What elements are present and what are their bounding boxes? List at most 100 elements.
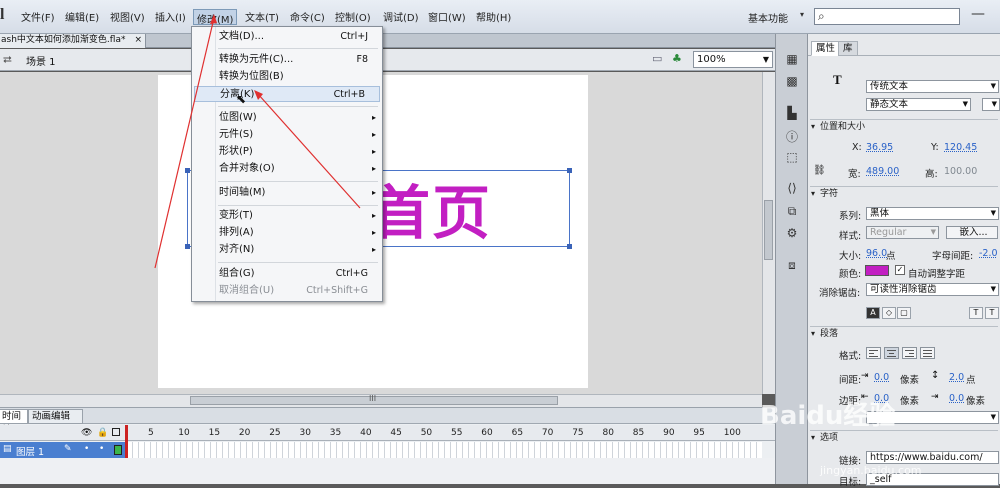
autokern-checkbox[interactable]: ✓ bbox=[895, 265, 905, 275]
menu-modify[interactable]: 修改(M) bbox=[193, 9, 238, 26]
visibility-dot[interactable]: • bbox=[84, 444, 89, 454]
menu-commands[interactable]: 命令(C) bbox=[290, 9, 325, 24]
antialias-select[interactable]: 可读性消除锯齿 ▼ bbox=[866, 283, 999, 296]
menu-item-arrange[interactable]: 排列(A) ▸ bbox=[216, 225, 382, 241]
y-value[interactable]: 120.45 bbox=[944, 142, 977, 153]
tab-properties[interactable]: 属性 bbox=[811, 41, 841, 56]
menu-item-document[interactable]: 文档(D)... Ctrl+J bbox=[216, 29, 382, 45]
link-icon[interactable]: ⛓ bbox=[813, 165, 826, 176]
eye-icon[interactable]: 👁 bbox=[81, 428, 92, 438]
search-input[interactable]: ⌕ bbox=[814, 8, 960, 25]
stage-text[interactable]: 首页 bbox=[372, 166, 492, 250]
align-justify-button[interactable] bbox=[920, 347, 935, 359]
menu-item-symbol[interactable]: 元件(S) ▸ bbox=[216, 127, 382, 143]
code-icon[interactable]: ⟨⟩ bbox=[784, 181, 800, 195]
font-family-select[interactable]: 黑体 ▼ bbox=[866, 207, 999, 220]
link-input[interactable]: https://www.baidu.com/ bbox=[866, 451, 999, 464]
frame-number: 100 bbox=[723, 428, 741, 438]
vertical-scroll-thumb[interactable] bbox=[764, 200, 773, 260]
resize-handle[interactable] bbox=[567, 244, 572, 249]
zoom-select[interactable]: 100% ▼ bbox=[693, 51, 773, 68]
html-render-button[interactable]: ◇ bbox=[882, 307, 896, 319]
text-type-select[interactable]: 静态文本 ▼ bbox=[866, 98, 971, 111]
menu-item-align[interactable]: 对齐(N) ▸ bbox=[216, 242, 382, 258]
swatches-icon[interactable]: ▦ bbox=[784, 52, 800, 66]
text-engine-select[interactable]: 传统文本 ▼ bbox=[866, 80, 999, 93]
y-label: Y: bbox=[931, 142, 939, 153]
frame-number: 95 bbox=[693, 428, 705, 438]
workspace-switcher[interactable]: 基本功能 bbox=[748, 10, 788, 25]
align-left-button[interactable] bbox=[866, 347, 881, 359]
document-tab[interactable]: ash中文本如何添加渐变色.fla* × bbox=[0, 34, 146, 48]
menu-text[interactable]: 文本(T) bbox=[245, 9, 279, 24]
lock-icon[interactable]: 🔒 bbox=[97, 428, 108, 438]
height-value[interactable]: 100.00 bbox=[944, 166, 977, 177]
components-icon[interactable]: ⧉ bbox=[784, 204, 800, 218]
section-character[interactable]: 字符 bbox=[810, 186, 998, 201]
tab-timeline[interactable]: 时间轴 bbox=[0, 409, 28, 436]
frame-number: 50 bbox=[420, 428, 433, 438]
section-position-size[interactable]: 位置和大小 bbox=[810, 119, 998, 134]
chevron-down-icon[interactable]: ▾ bbox=[800, 10, 804, 19]
align-center-button[interactable] bbox=[884, 347, 899, 359]
info-icon[interactable]: ⓘ bbox=[784, 128, 800, 144]
width-value[interactable]: 489.00 bbox=[866, 166, 899, 177]
transform-icon[interactable]: ⬚ bbox=[784, 150, 800, 164]
section-options[interactable]: 选项 bbox=[810, 430, 998, 445]
close-icon[interactable]: × bbox=[134, 34, 142, 47]
timeline-tabs bbox=[0, 408, 775, 424]
menu-item-timeline[interactable]: 时间轴(M) ▸ bbox=[216, 185, 382, 201]
right-margin-value[interactable]: 0.0 bbox=[949, 393, 964, 404]
menu-edit[interactable]: 编辑(E) bbox=[65, 9, 99, 24]
menu-help[interactable]: 帮助(H) bbox=[476, 9, 511, 24]
resize-handle[interactable] bbox=[185, 244, 190, 249]
align-right-button[interactable] bbox=[902, 347, 917, 359]
menu-insert[interactable]: 插入(I) bbox=[155, 9, 186, 24]
font-size-value[interactable]: 96.0 bbox=[866, 248, 887, 259]
text-color-swatch[interactable] bbox=[865, 265, 889, 276]
menu-item-combine-objects[interactable]: 合并对象(O) ▸ bbox=[216, 161, 382, 177]
keyframe-marker[interactable] bbox=[114, 445, 122, 455]
tab-library[interactable]: 库 bbox=[838, 41, 858, 56]
outline-icon[interactable] bbox=[112, 428, 120, 436]
menu-item-shape[interactable]: 形状(P) ▸ bbox=[216, 144, 382, 160]
line-spacing-value[interactable]: 2.0 bbox=[949, 372, 964, 383]
menu-item-convert-bitmap[interactable]: 转换为位图(B) bbox=[216, 69, 382, 85]
indent-value[interactable]: 0.0 bbox=[874, 372, 889, 383]
menu-window[interactable]: 窗口(W) bbox=[428, 9, 466, 24]
embed-button[interactable]: 嵌入... bbox=[946, 226, 998, 239]
edit-scene-icon[interactable]: ▭ bbox=[652, 52, 662, 65]
align-icon[interactable]: ▙ bbox=[784, 106, 800, 120]
menu-item-convert-symbol[interactable]: 转换为元件(C)... F8 bbox=[216, 52, 382, 68]
edit-symbol-icon[interactable]: ♣ bbox=[672, 52, 682, 65]
lock-dot[interactable]: • bbox=[99, 444, 104, 454]
minimize-button[interactable]: — bbox=[971, 6, 985, 22]
menu-item-transform[interactable]: 变形(T) ▸ bbox=[216, 208, 382, 224]
letter-spacing-value[interactable]: -2.0 bbox=[979, 248, 998, 259]
grid-icon[interactable]: ▩ bbox=[784, 74, 800, 88]
menu-view[interactable]: 视图(V) bbox=[110, 9, 145, 24]
menu-item-group[interactable]: 组合(G) Ctrl+G bbox=[216, 266, 382, 282]
x-value[interactable]: 36.95 bbox=[866, 142, 893, 153]
layer-row[interactable]: ▤ 图层 1 ✎ • • bbox=[0, 442, 127, 458]
text-orientation-select[interactable]: ▼ bbox=[982, 98, 1000, 111]
resize-handle[interactable] bbox=[185, 168, 190, 173]
resize-handle[interactable] bbox=[567, 168, 572, 173]
tab-motion-editor[interactable]: 动画编辑器 bbox=[28, 409, 83, 436]
subscript-button[interactable]: T bbox=[985, 307, 999, 319]
border-button[interactable]: ▢ bbox=[897, 307, 911, 319]
horizontal-scroll-thumb[interactable]: III bbox=[190, 394, 558, 405]
menu-control[interactable]: 控制(O) bbox=[335, 9, 371, 24]
superscript-button[interactable]: T bbox=[969, 307, 983, 319]
menu-item-bitmap[interactable]: 位图(W) ▸ bbox=[216, 110, 382, 126]
layers-icon[interactable]: ⧈ bbox=[784, 258, 800, 272]
scene-label[interactable]: 场景 1 bbox=[26, 53, 56, 68]
frame-cells[interactable] bbox=[127, 442, 762, 458]
selectable-button[interactable]: A bbox=[866, 307, 880, 319]
menu-file[interactable]: 文件(F) bbox=[21, 9, 55, 24]
section-paragraph[interactable]: 段落 bbox=[810, 326, 998, 341]
motion-presets-icon[interactable]: ⚙ bbox=[784, 226, 800, 240]
menu-item-break-apart[interactable]: 分离(K) Ctrl+B bbox=[194, 86, 380, 102]
menu-debug[interactable]: 调试(D) bbox=[383, 9, 419, 24]
layer-name[interactable]: 图层 1 bbox=[16, 444, 44, 458]
